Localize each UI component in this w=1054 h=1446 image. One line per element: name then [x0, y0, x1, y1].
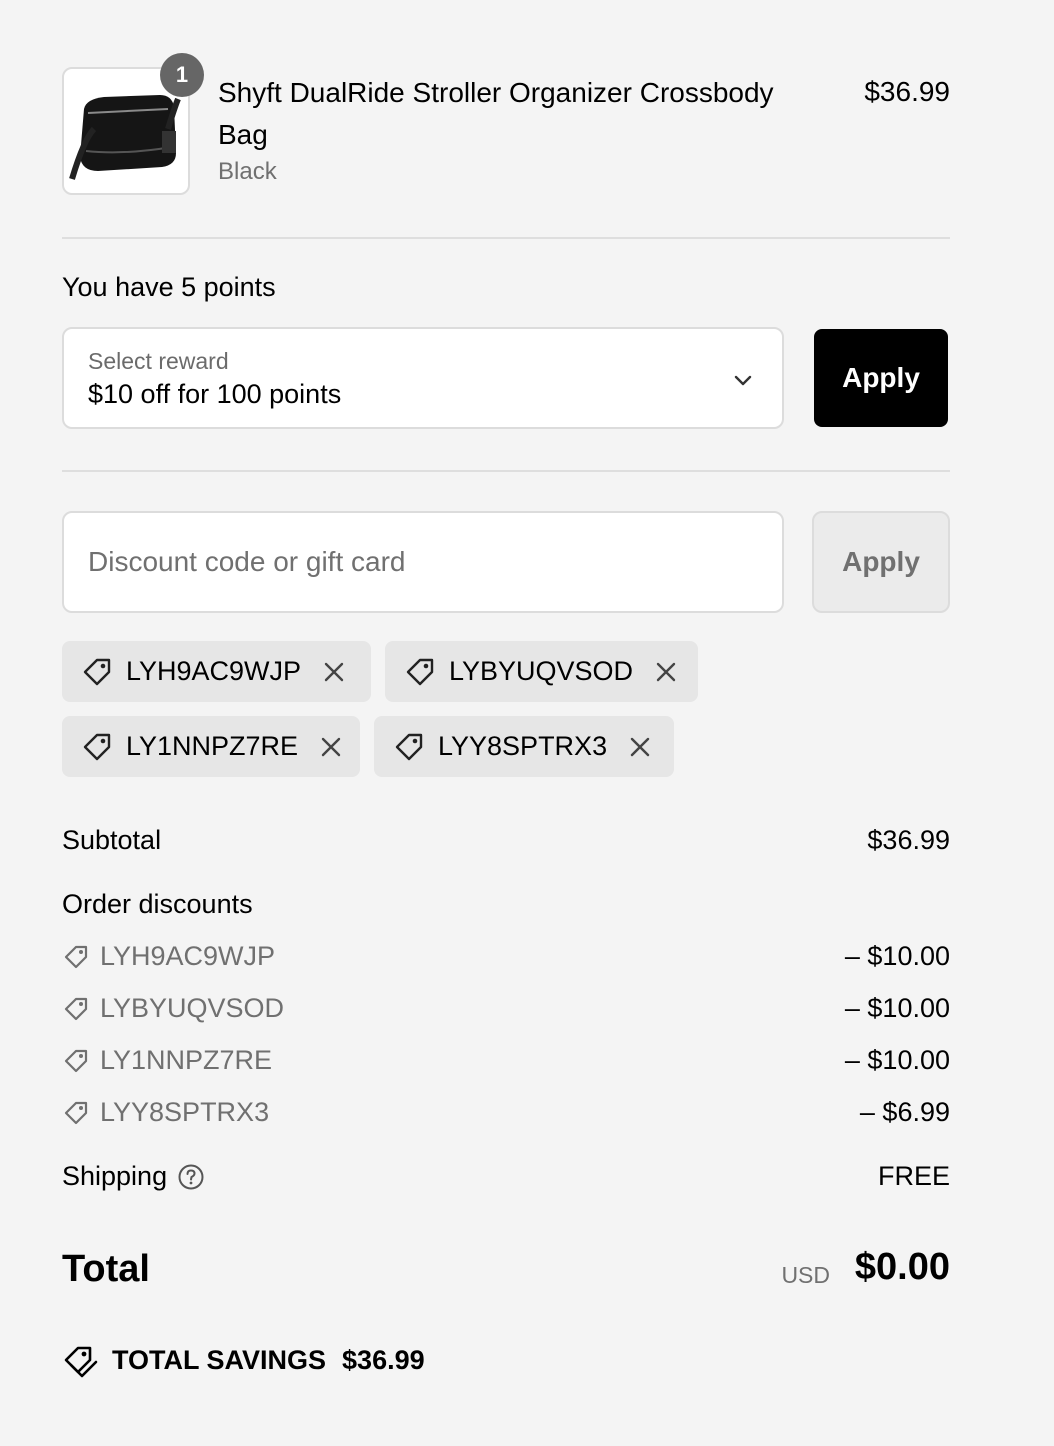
tag-icon — [64, 1049, 88, 1072]
total-label: Total — [62, 1248, 150, 1290]
discount-line: LYY8SPTRX3 — [62, 1097, 269, 1128]
product-price: $36.99 — [864, 76, 950, 107]
shipping-row: Shipping — [62, 1161, 205, 1192]
discount-line-amount: – $10.00 — [844, 1045, 950, 1075]
divider — [62, 470, 950, 472]
discount-line-code: LYY8SPTRX3 — [100, 1097, 270, 1127]
tag-icon — [64, 945, 88, 968]
subtotal-value: $36.99 — [867, 825, 950, 855]
discount-line-amount: – $10.00 — [844, 993, 950, 1023]
discount-code-input[interactable]: Discount code or gift card — [62, 511, 784, 613]
applied-code-chip: LYBYUQVSOD — [385, 641, 698, 702]
shipping-label: Shipping — [62, 1161, 168, 1191]
tag-icon — [83, 733, 111, 760]
discount-line: LY1NNPZ7RE — [62, 1045, 272, 1076]
close-icon[interactable] — [323, 661, 345, 683]
tag-icon — [395, 733, 423, 760]
order-discounts-label: Order discounts — [62, 889, 253, 919]
discount-line: LYH9AC9WJP — [62, 941, 275, 972]
savings-tag-icon — [64, 1346, 98, 1378]
discount-line: LYBYUQVSOD — [62, 993, 284, 1024]
close-icon[interactable] — [320, 736, 342, 758]
tag-icon — [64, 1101, 88, 1124]
applied-code-chip: LYH9AC9WJP — [62, 641, 371, 702]
reward-select-value: $10 off for 100 points — [88, 379, 342, 409]
points-balance: You have 5 points — [62, 272, 276, 302]
chip-code: LYY8SPTRX3 — [438, 731, 608, 761]
divider — [62, 237, 950, 239]
savings-value: $36.99 — [342, 1344, 425, 1375]
discount-line-code: LYH9AC9WJP — [100, 941, 276, 971]
apply-reward-button[interactable]: Apply — [814, 329, 948, 427]
total-savings: TOTAL SAVINGS $36.99 — [62, 1342, 425, 1378]
tag-icon — [64, 997, 88, 1020]
close-icon[interactable] — [629, 736, 651, 758]
subtotal-label: Subtotal — [62, 825, 162, 855]
applied-code-chip: LYY8SPTRX3 — [374, 716, 674, 777]
discount-line-code: LY1NNPZ7RE — [100, 1045, 273, 1075]
product-variant: Black — [218, 158, 277, 185]
product-name: Shyft DualRide Stroller Organizer Crossb… — [218, 77, 774, 150]
applied-code-chip: LY1NNPZ7RE — [62, 716, 360, 777]
reward-select[interactable]: Select reward $10 off for 100 points — [62, 327, 784, 429]
quantity-badge: 1 — [160, 53, 204, 97]
reward-select-label: Select reward — [88, 348, 229, 374]
currency-code: USD — [781, 1262, 830, 1288]
apply-discount-button[interactable]: Apply — [812, 511, 950, 613]
discount-line-amount: – $10.00 — [844, 941, 950, 971]
tag-icon — [83, 658, 111, 685]
shipping-value: FREE — [877, 1161, 950, 1191]
discount-line-amount: – $6.99 — [859, 1097, 950, 1127]
help-icon[interactable] — [177, 1163, 205, 1191]
chip-code: LYBYUQVSOD — [449, 656, 634, 686]
chevron-down-icon — [734, 375, 752, 386]
chip-code: LYH9AC9WJP — [126, 656, 302, 686]
close-icon[interactable] — [655, 661, 677, 683]
total-value: $0.00 — [854, 1246, 950, 1288]
savings-label: TOTAL SAVINGS — [112, 1344, 327, 1375]
chip-code: LY1NNPZ7RE — [126, 731, 299, 761]
tag-icon — [406, 658, 434, 685]
discount-line-code: LYBYUQVSOD — [100, 993, 285, 1023]
